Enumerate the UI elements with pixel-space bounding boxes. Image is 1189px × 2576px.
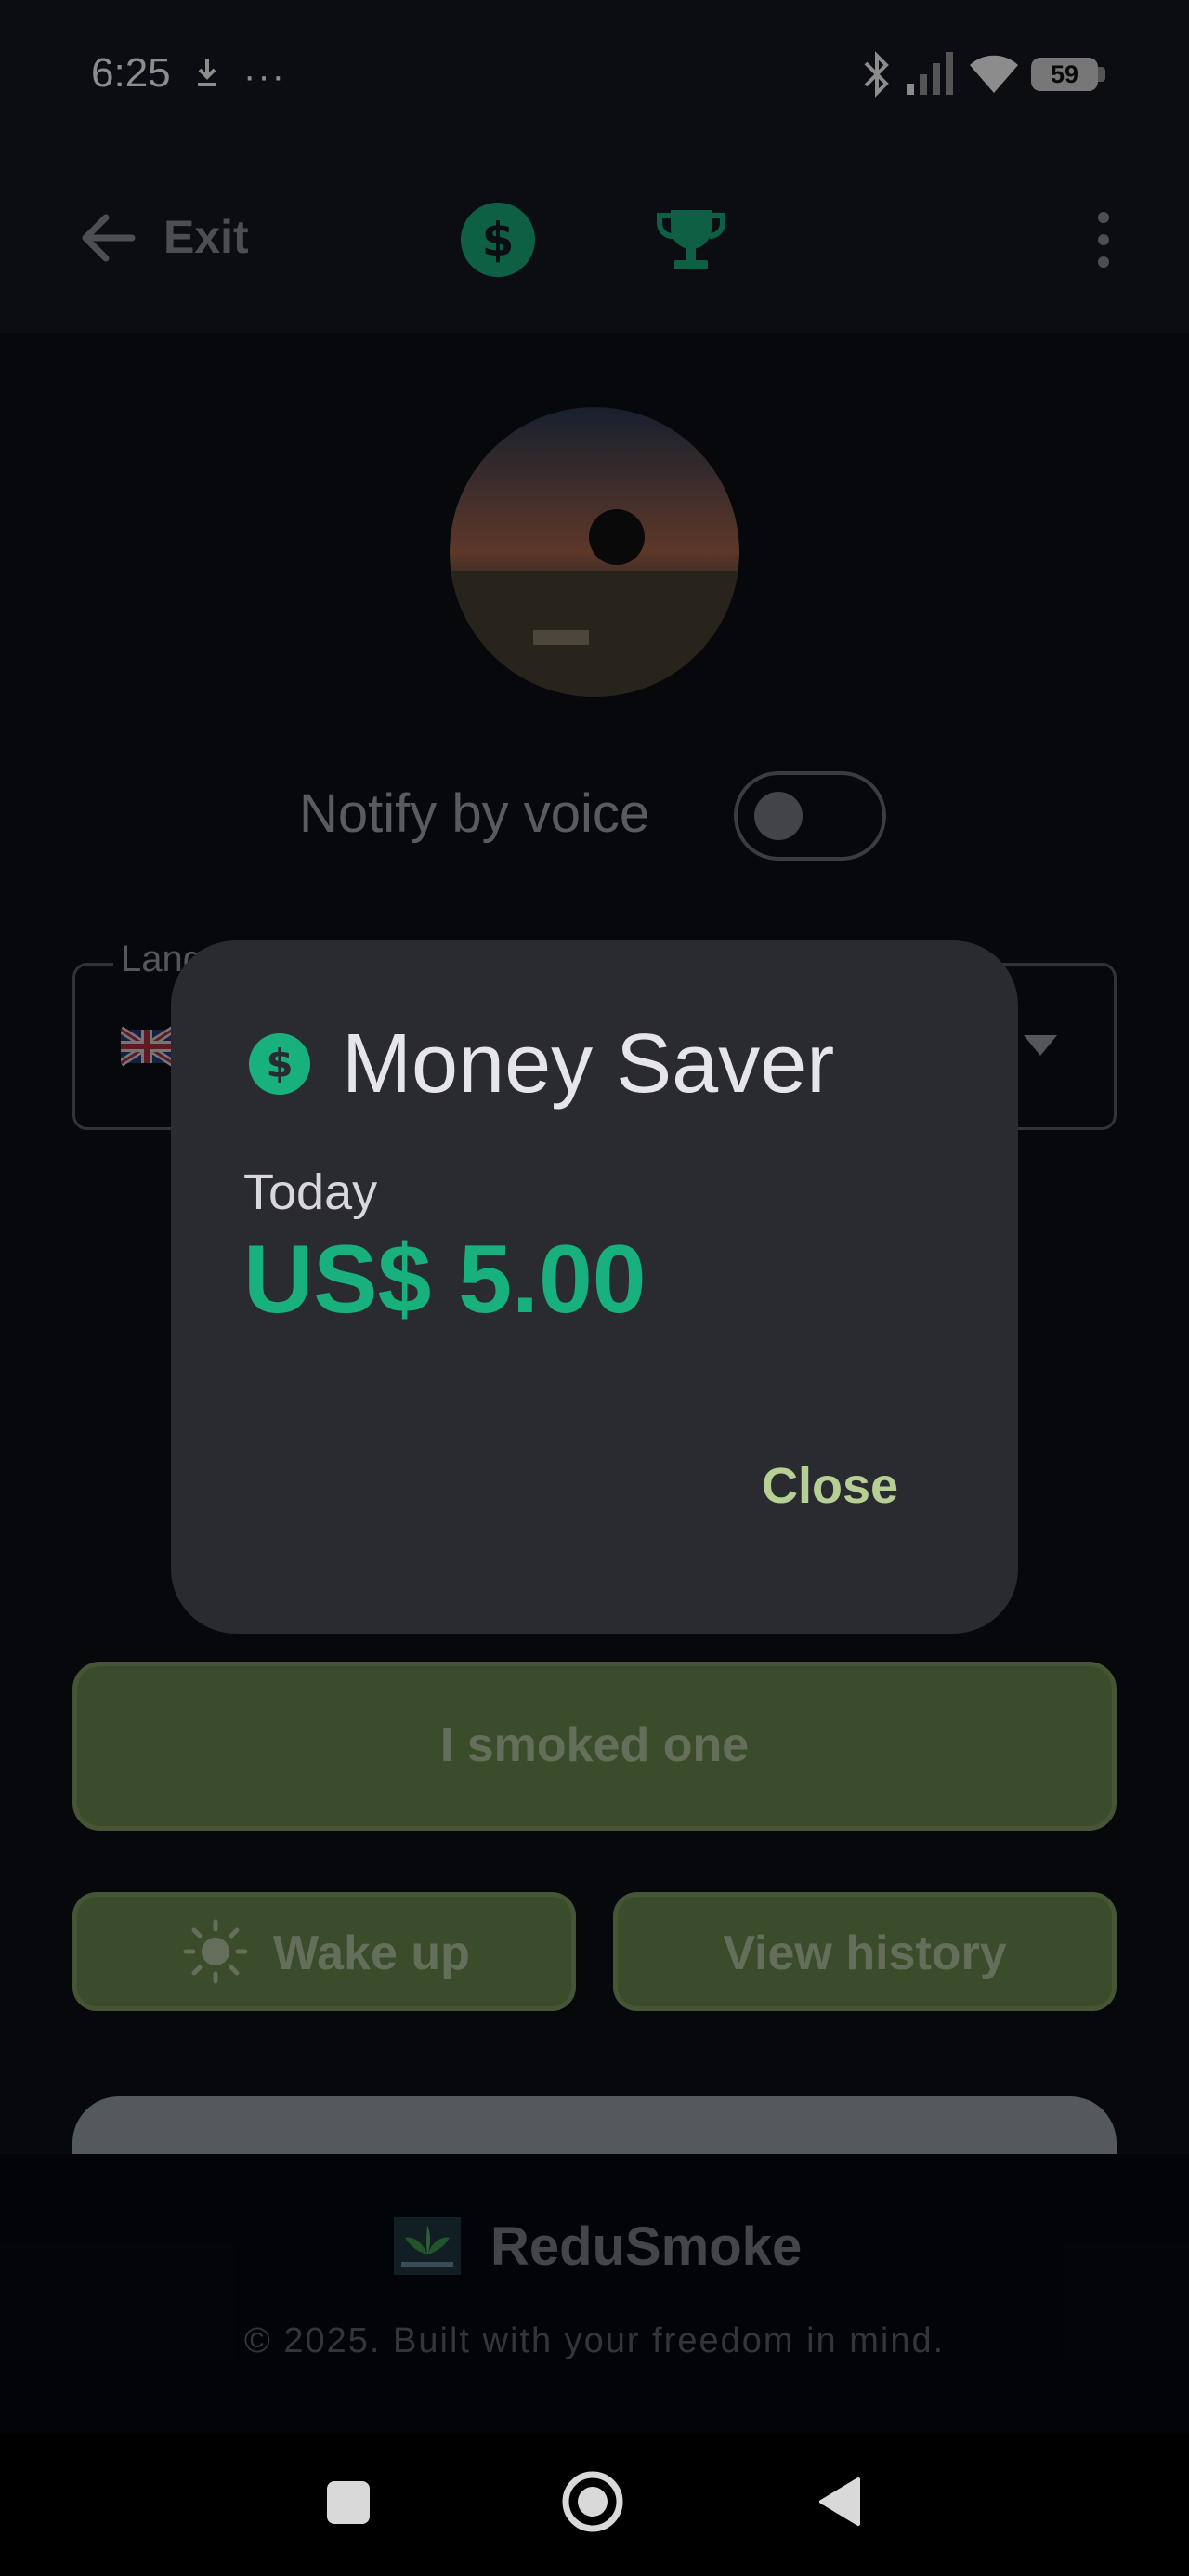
dialog-title: Money Saver [342,1018,835,1111]
svg-text:$: $ [266,1041,293,1086]
close-button[interactable]: Close [762,1457,898,1515]
back-button[interactable] [816,2476,862,2528]
dollar-icon: $ [249,1033,310,1095]
home-button[interactable] [561,2470,624,2533]
today-label: Today [243,1164,378,1220]
recents-button[interactable] [327,2481,370,2524]
saved-amount: US$ 5.00 [243,1226,647,1334]
